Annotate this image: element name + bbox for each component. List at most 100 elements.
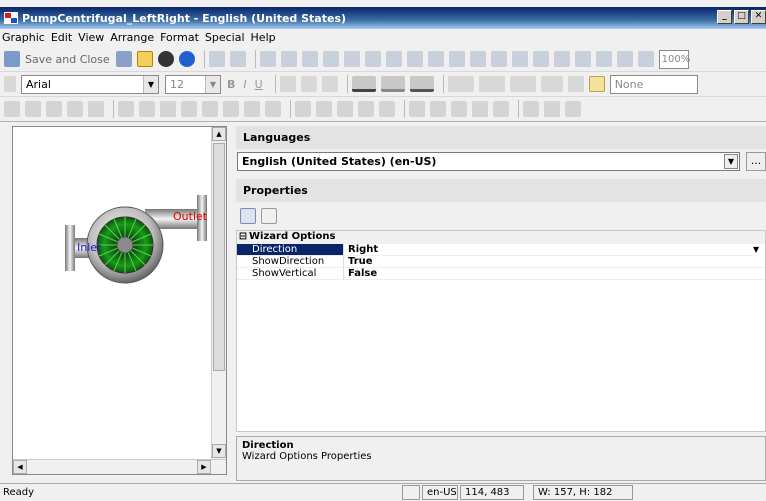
anchor-icon[interactable] — [406, 51, 423, 67]
canvas-horizontal-scrollbar[interactable]: ◀ ▶ — [13, 459, 226, 474]
menu-graphic[interactable]: Graphic — [2, 31, 45, 44]
sort-alphabetical-icon[interactable] — [261, 208, 277, 224]
flip-horizontal-icon[interactable] — [544, 101, 560, 117]
shrink-font-icon[interactable] — [300, 76, 317, 92]
menu-special[interactable]: Special — [205, 31, 245, 44]
increase-space-icon[interactable] — [472, 101, 488, 117]
arrow-style-icon[interactable] — [540, 76, 563, 92]
gear-icon[interactable] — [157, 51, 174, 67]
language-select[interactable]: English (United States) (en-US) ▼ — [237, 152, 740, 171]
break-path-icon[interactable] — [88, 101, 104, 117]
embed-icon[interactable] — [469, 51, 486, 67]
canvas-pane[interactable]: Outlet Inlet ▲ ▼ ◀ ▶ — [12, 126, 227, 475]
grow-font-icon[interactable] — [279, 76, 296, 92]
redo-icon[interactable] — [229, 51, 246, 67]
align-centers-icon[interactable] — [244, 101, 260, 117]
text-style-icon[interactable] — [4, 76, 16, 92]
edit-group-icon[interactable] — [46, 101, 62, 117]
chevron-down-icon[interactable]: ▼ — [143, 75, 158, 93]
distribute-vertical-icon[interactable] — [316, 101, 332, 117]
help-icon[interactable] — [178, 51, 195, 67]
symbol-icon[interactable] — [448, 51, 465, 67]
group-icon[interactable] — [4, 101, 20, 117]
preview-icon[interactable] — [532, 51, 549, 67]
decrease-space-icon[interactable] — [493, 101, 509, 117]
space-horizontal-icon[interactable] — [337, 101, 353, 117]
make-same-height-icon[interactable] — [430, 101, 446, 117]
zoom-in-icon[interactable] — [574, 51, 591, 67]
property-row-showvertical[interactable]: ShowVertical False — [237, 268, 765, 280]
pump-graphic[interactable] — [13, 127, 211, 460]
fill-color-icon[interactable] — [380, 76, 405, 92]
canvas-vertical-scrollbar[interactable]: ▲ ▼ — [211, 127, 226, 460]
scroll-thumb[interactable] — [213, 143, 225, 371]
ungroup-icon[interactable] — [25, 101, 41, 117]
paint-bucket-icon[interactable] — [588, 76, 605, 92]
import-icon[interactable] — [343, 51, 360, 67]
rotate-icon[interactable] — [523, 101, 539, 117]
menu-help[interactable]: Help — [251, 31, 276, 44]
align-right-icon[interactable] — [160, 101, 176, 117]
cut-icon[interactable] — [259, 51, 276, 67]
save-icon[interactable] — [115, 51, 132, 67]
property-row-showdirection[interactable]: ShowDirection True — [237, 256, 765, 268]
text-align-icon[interactable] — [321, 76, 338, 92]
test-icon[interactable] — [490, 51, 507, 67]
pointer-icon[interactable] — [567, 76, 584, 92]
scroll-down-icon[interactable]: ▼ — [212, 444, 226, 458]
menu-format[interactable]: Format — [160, 31, 199, 44]
line-weight-icon[interactable] — [478, 76, 505, 92]
grid-icon[interactable] — [511, 51, 528, 67]
align-points-icon[interactable] — [265, 101, 281, 117]
italic-button[interactable]: I — [243, 78, 246, 91]
font-combo[interactable]: Arial ▼ — [21, 74, 159, 94]
align-bottom-icon[interactable] — [223, 101, 239, 117]
fill-style-combo[interactable]: None — [609, 74, 698, 94]
language-more-button[interactable]: ... — [746, 152, 766, 171]
zoom-combo[interactable]: 100% — [658, 49, 690, 69]
flip-vertical-icon[interactable] — [565, 101, 581, 117]
minimize-button[interactable]: _ — [717, 10, 732, 24]
pan-icon[interactable] — [595, 51, 612, 67]
distribute-horizontal-icon[interactable] — [295, 101, 311, 117]
zoom-page-icon[interactable] — [637, 51, 654, 67]
property-value[interactable]: Right — [344, 244, 753, 256]
scroll-up-icon[interactable]: ▲ — [212, 127, 226, 141]
chevron-down-icon[interactable]: ▼ — [205, 75, 220, 93]
font-size-combo[interactable]: 12 ▼ — [165, 74, 221, 94]
link-icon[interactable] — [385, 51, 402, 67]
undo-icon[interactable] — [208, 51, 225, 67]
format-painter-icon[interactable] — [322, 51, 339, 67]
bold-button[interactable]: B — [227, 78, 235, 91]
categorized-icon[interactable] — [240, 208, 256, 224]
save-close-button[interactable]: Save and Close — [25, 53, 110, 66]
make-same-width-icon[interactable] — [409, 101, 425, 117]
line-pattern-icon[interactable] — [509, 76, 536, 92]
align-top-icon[interactable] — [181, 101, 197, 117]
category-row[interactable]: ⊟ Wizard Options — [237, 231, 765, 244]
path-icon[interactable] — [67, 101, 83, 117]
menu-edit[interactable]: Edit — [51, 31, 72, 44]
zoom-out-icon[interactable] — [553, 51, 570, 67]
bring-front-icon[interactable] — [358, 101, 374, 117]
save-close-icon[interactable] — [4, 51, 20, 67]
fit-icon[interactable] — [616, 51, 633, 67]
menu-view[interactable]: View — [78, 31, 104, 44]
copy-icon[interactable] — [280, 51, 297, 67]
text-color-icon[interactable] — [409, 76, 434, 92]
align-left-icon[interactable] — [118, 101, 134, 117]
scroll-right-icon[interactable]: ▶ — [197, 460, 211, 474]
align-middle-icon[interactable] — [202, 101, 218, 117]
align-center-icon[interactable] — [139, 101, 155, 117]
send-back-icon[interactable] — [379, 101, 395, 117]
menu-arrange[interactable]: Arrange — [110, 31, 154, 44]
maximize-button[interactable]: □ — [734, 10, 749, 24]
chevron-down-icon[interactable]: ▼ — [724, 154, 738, 169]
property-value[interactable]: True — [344, 256, 765, 268]
make-same-size-icon[interactable] — [451, 101, 467, 117]
paste-icon[interactable] — [301, 51, 318, 67]
close-button[interactable]: ✕ — [751, 10, 766, 24]
underline-button[interactable]: U — [255, 78, 263, 91]
property-row-direction[interactable]: Direction Right ▼ — [237, 244, 765, 256]
chevron-down-icon[interactable]: ▼ — [753, 244, 765, 256]
